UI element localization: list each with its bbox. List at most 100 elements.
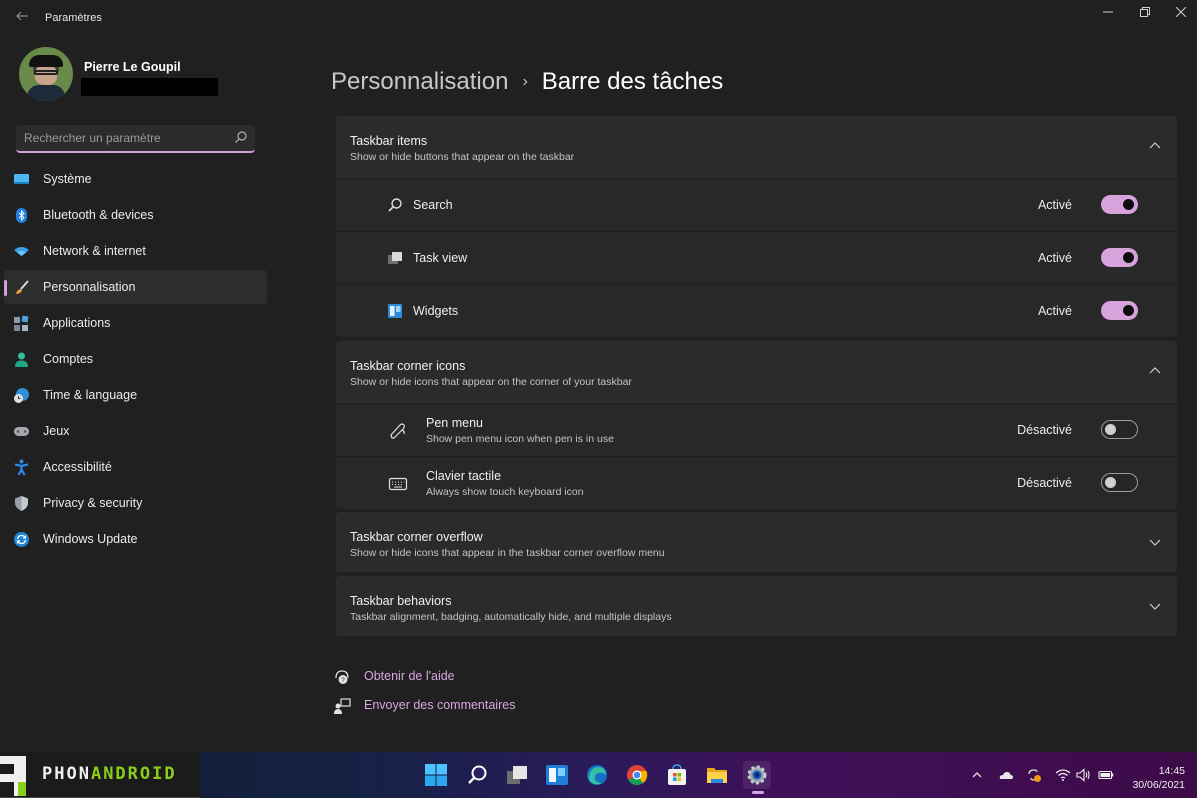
onedrive-icon[interactable]	[998, 767, 1014, 783]
sidebar-item-time-language[interactable]: Time & language	[4, 378, 267, 412]
chevron-down-icon[interactable]	[1149, 601, 1161, 611]
sidebar-item-personnalisation[interactable]: Personnalisation	[4, 270, 267, 304]
watermark-p-icon	[0, 756, 26, 796]
chevron-down-icon[interactable]	[1149, 537, 1161, 547]
active-indicator	[4, 280, 7, 296]
gamepad-icon	[14, 427, 29, 436]
restore-button[interactable]	[1125, 0, 1165, 24]
taskbar-store[interactable]	[663, 761, 691, 789]
chrome-icon	[627, 765, 648, 786]
sidebar-item-privacy[interactable]: Privacy & security	[4, 486, 267, 520]
minimize-icon	[1103, 11, 1113, 13]
setting-row-pen-menu: Pen menu Show pen menu icon when pen is …	[336, 403, 1177, 456]
section-header[interactable]: Taskbar corner overflow Show or hide ico…	[336, 512, 1177, 572]
setting-description: Show pen menu icon when pen is in use	[426, 433, 614, 445]
chevron-up-icon[interactable]	[1149, 141, 1161, 151]
sidebar-nav: Système Bluetooth & devices Network & in…	[4, 162, 267, 558]
taskbar-start[interactable]	[422, 761, 450, 789]
wifi-icon	[14, 247, 29, 256]
section-taskbar-behaviors[interactable]: Taskbar behaviors Taskbar alignment, bad…	[336, 576, 1177, 636]
widgets-toggle[interactable]	[1101, 301, 1138, 320]
widgets-icon	[546, 765, 568, 785]
task-view-icon	[507, 766, 527, 784]
battery-icon[interactable]	[1098, 767, 1114, 783]
globe-clock-icon	[14, 388, 29, 403]
toggle-state-label: Activé	[1037, 304, 1072, 318]
sidebar-item-applications[interactable]: Applications	[4, 306, 267, 340]
taskbar-edge[interactable]	[583, 761, 611, 789]
taskbar-clock[interactable]: 14:45 30/06/2021	[1132, 764, 1185, 792]
setting-row-task-view: Task view Activé	[336, 231, 1177, 284]
setting-row-touch-keyboard: Clavier tactile Always show touch keyboa…	[336, 456, 1177, 509]
sidebar-item-label: Personnalisation	[43, 280, 136, 294]
section-header[interactable]: Taskbar corner icons Show or hide icons …	[336, 341, 1177, 403]
breadcrumb-separator: ›	[522, 73, 528, 90]
taskbar-chrome[interactable]	[623, 761, 651, 789]
setting-label: Search	[413, 198, 453, 212]
sidebar-item-systeme[interactable]: Système	[4, 162, 267, 196]
sidebar-item-label: Time & language	[43, 388, 138, 402]
help-icon: ?	[335, 670, 349, 684]
taskbar-file-explorer[interactable]	[703, 761, 731, 789]
shield-icon	[15, 496, 28, 511]
task-view-icon	[388, 252, 402, 264]
sidebar-item-label: Bluetooth & devices	[43, 208, 154, 222]
section-subtitle: Show or hide buttons that appear on the …	[350, 151, 575, 163]
taskbar-search[interactable]	[463, 761, 491, 789]
setting-label: Widgets	[413, 304, 459, 318]
taskbar-settings[interactable]	[743, 761, 771, 794]
search-box[interactable]	[16, 125, 255, 153]
breadcrumb-parent[interactable]: Personnalisation	[331, 68, 508, 96]
sync-icon[interactable]	[1026, 767, 1042, 783]
chevron-up-icon[interactable]	[969, 767, 985, 783]
feedback-icon	[334, 698, 351, 714]
back-button[interactable]	[12, 9, 32, 27]
sidebar-item-comptes[interactable]: Comptes	[4, 342, 267, 376]
sidebar-item-windows-update[interactable]: Windows Update	[4, 522, 267, 556]
active-app-indicator	[752, 791, 764, 794]
sidebar-item-label: Applications	[43, 316, 111, 330]
sidebar-item-jeux[interactable]: Jeux	[4, 414, 267, 448]
toggle-state-label: Désactivé	[1017, 476, 1072, 490]
link-label[interactable]: Obtenir de l'aide	[364, 669, 455, 683]
sidebar-item-label: Network & internet	[43, 244, 146, 258]
app-title: Paramètres	[45, 12, 102, 24]
setting-label: Pen menu	[426, 416, 483, 430]
minimize-button[interactable]	[1088, 0, 1128, 24]
wifi-icon[interactable]	[1055, 767, 1071, 783]
task-view-toggle[interactable]	[1101, 248, 1138, 267]
toggle-state-label: Activé	[1037, 251, 1072, 265]
sidebar-item-label: Windows Update	[43, 532, 138, 546]
setting-row-search: Search Activé	[336, 178, 1177, 231]
section-taskbar-corner-overflow[interactable]: Taskbar corner overflow Show or hide ico…	[336, 512, 1177, 572]
sidebar-item-label: Système	[43, 172, 92, 186]
link-label[interactable]: Envoyer des commentaires	[364, 698, 515, 712]
arrow-left-icon	[16, 11, 28, 21]
pen-menu-toggle[interactable]	[1101, 420, 1138, 439]
accessibility-icon	[14, 459, 29, 476]
chevron-up-icon[interactable]	[1149, 366, 1161, 376]
person-icon	[15, 352, 28, 367]
section-header[interactable]: Taskbar items Show or hide buttons that …	[336, 116, 1177, 178]
apps-icon	[14, 315, 29, 331]
search-toggle[interactable]	[1101, 195, 1138, 214]
sidebar-item-bluetooth[interactable]: Bluetooth & devices	[4, 198, 267, 232]
volume-icon[interactable]	[1075, 767, 1091, 783]
avatar	[19, 47, 73, 101]
sidebar-item-accessibilite[interactable]: Accessibilité	[4, 450, 267, 484]
taskbar-task-view[interactable]	[503, 761, 531, 789]
user-name: Pierre Le Goupil	[84, 60, 181, 74]
taskbar-widgets[interactable]	[543, 761, 571, 789]
section-header[interactable]: Taskbar behaviors Taskbar alignment, bad…	[336, 576, 1177, 636]
watermark-text: PHONANDROID	[42, 764, 177, 784]
setting-label: Clavier tactile	[426, 469, 502, 483]
search-icon[interactable]	[234, 130, 248, 144]
settings-gear-icon	[747, 765, 767, 785]
sidebar-item-network[interactable]: Network & internet	[4, 234, 267, 268]
toggle-state-label: Désactivé	[1017, 423, 1072, 437]
sidebar-item-label: Privacy & security	[43, 496, 143, 510]
search-icon	[388, 198, 402, 212]
touch-keyboard-toggle[interactable]	[1101, 473, 1138, 492]
search-input[interactable]	[16, 125, 231, 151]
close-button[interactable]	[1161, 0, 1197, 24]
